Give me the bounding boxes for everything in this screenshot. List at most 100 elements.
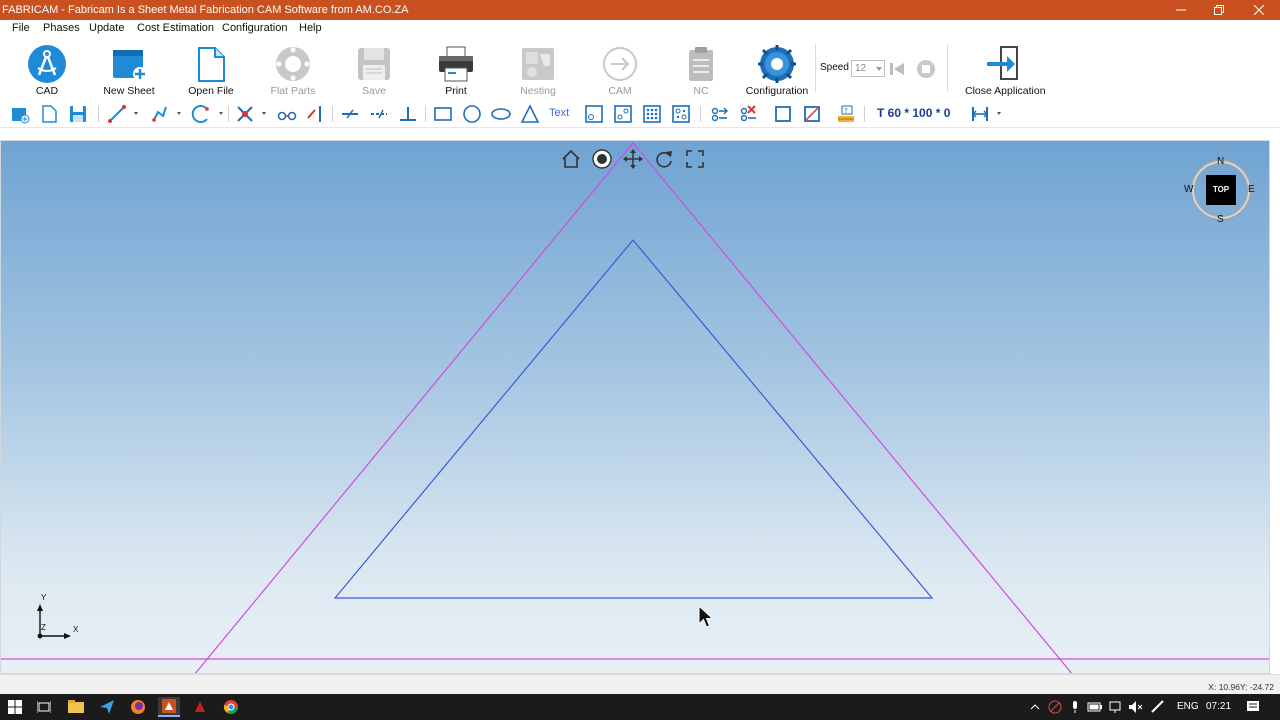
app-taskbar-2[interactable] <box>189 697 211 717</box>
rotate-view-icon[interactable] <box>653 148 675 170</box>
cam-button[interactable]: CAM <box>583 40 657 98</box>
clipboard-icon <box>689 47 713 81</box>
battery-icon[interactable] <box>1087 700 1103 714</box>
save-icon[interactable] <box>68 104 88 124</box>
print-label: Print <box>445 85 467 97</box>
menu-phases[interactable]: Phases <box>43 22 80 34</box>
network-icon[interactable] <box>1108 700 1124 714</box>
fabricam-taskbar[interactable] <box>158 697 180 717</box>
restore-button[interactable] <box>1200 0 1238 20</box>
drawing-toolbar: Text ? T 60 * 100 * 0 <box>0 100 1280 128</box>
chevron-down-icon[interactable] <box>262 112 266 115</box>
inner-triangle[interactable] <box>333 239 934 599</box>
rectangle-tool-icon[interactable] <box>433 104 453 124</box>
minimize-button[interactable] <box>1162 0 1200 20</box>
sheet-frame-icon[interactable] <box>584 104 604 124</box>
triangle-tool-icon[interactable] <box>520 104 540 124</box>
cad-button[interactable]: CAD <box>10 40 84 98</box>
chevron-down-icon[interactable] <box>997 112 1001 115</box>
close-icon <box>1254 5 1264 15</box>
join-tool-icon[interactable] <box>710 104 730 124</box>
speed-label: Speed <box>820 62 849 73</box>
compass-top-face[interactable]: TOP <box>1206 185 1236 194</box>
app-taskbar-1[interactable] <box>96 697 118 717</box>
text-tool[interactable]: Text <box>549 107 569 119</box>
home-view-icon[interactable] <box>560 148 582 170</box>
orbit-view-icon[interactable] <box>591 148 613 170</box>
outer-triangle[interactable] <box>194 142 1073 674</box>
compass-east[interactable]: E <box>1248 184 1255 195</box>
trim-tool-icon[interactable] <box>235 104 255 124</box>
save-ribbon-button[interactable]: Save <box>337 40 411 98</box>
close-window-button[interactable] <box>1240 0 1278 20</box>
flat-parts-button[interactable]: Flat Parts <box>256 40 330 98</box>
stop-icon[interactable] <box>916 59 936 79</box>
chevron-up-icon[interactable] <box>1030 702 1040 712</box>
polyline-tool-icon[interactable] <box>150 104 170 124</box>
pen-icon[interactable] <box>1150 700 1166 714</box>
configuration-button[interactable]: Configuration <box>740 40 814 98</box>
start-button[interactable] <box>4 697 26 717</box>
ellipse-tool-icon[interactable] <box>491 104 511 124</box>
sheet-dimensions[interactable]: T 60 * 100 * 0 <box>877 106 950 120</box>
compass-west[interactable]: W <box>1184 184 1193 195</box>
nc-button[interactable]: NC <box>664 40 738 98</box>
array-tool-icon[interactable] <box>613 104 633 124</box>
chrome-taskbar[interactable] <box>220 697 242 717</box>
square-frame-icon[interactable] <box>773 104 793 124</box>
grid-array-icon[interactable] <box>642 104 662 124</box>
print-button[interactable]: Print <box>419 40 493 98</box>
task-view-button[interactable] <box>33 697 55 717</box>
chevron-down-icon[interactable] <box>177 112 181 115</box>
circle-tool-icon[interactable] <box>462 104 482 124</box>
menu-cost-estimation[interactable]: Cost Estimation <box>137 22 214 34</box>
chevron-down-icon[interactable] <box>134 112 138 115</box>
line-tool-icon[interactable] <box>107 104 127 124</box>
restore-icon <box>1214 5 1224 15</box>
windows-logo-icon <box>8 700 22 714</box>
microphone-icon[interactable] <box>1068 700 1082 714</box>
compass-north[interactable]: N <box>1217 156 1224 167</box>
delete-join-icon[interactable] <box>739 104 759 124</box>
open-icon[interactable] <box>39 104 59 124</box>
hole-pattern-icon[interactable] <box>671 104 691 124</box>
security-icon[interactable] <box>1048 700 1062 714</box>
new-sheet-button[interactable]: New Sheet <box>92 40 166 98</box>
new-layer-icon[interactable] <box>10 104 30 124</box>
menu-file[interactable]: File <box>12 22 30 34</box>
clock[interactable]: 07:21 <box>1206 701 1231 712</box>
save-label: Save <box>362 85 386 97</box>
cad-viewport[interactable]: N S W E TOP Y Z X <box>0 140 1270 674</box>
open-file-button[interactable]: Open File <box>174 40 248 98</box>
dashed-line-icon[interactable] <box>369 104 389 124</box>
menu-help[interactable]: Help <box>299 22 322 34</box>
notifications-icon[interactable] <box>1246 700 1260 714</box>
chamfer-frame-icon[interactable] <box>802 104 822 124</box>
fit-view-icon[interactable] <box>684 148 706 170</box>
menu-bar: File Phases Update Cost Estimation Confi… <box>0 20 1280 38</box>
break-tool-icon[interactable] <box>277 104 297 124</box>
view-compass[interactable]: N S W E TOP <box>1184 156 1255 225</box>
speed-input[interactable]: 12 <box>851 60 885 77</box>
compass-south[interactable]: S <box>1217 214 1224 225</box>
volume-muted-icon[interactable] <box>1128 700 1144 714</box>
step-back-icon[interactable] <box>888 60 906 78</box>
chevron-down-icon[interactable] <box>219 112 223 115</box>
firefox-taskbar[interactable] <box>127 697 149 717</box>
extend-tool-icon[interactable] <box>305 104 325 124</box>
dimension-tool-icon[interactable] <box>970 104 990 124</box>
pan-view-icon[interactable] <box>622 148 644 170</box>
sheet-material-icon[interactable]: ? <box>836 104 856 124</box>
nesting-button[interactable]: Nesting <box>501 40 575 98</box>
horizontal-line-icon[interactable] <box>340 104 360 124</box>
arc-tool-icon[interactable] <box>191 104 211 124</box>
cam-label: CAM <box>608 85 632 97</box>
language-indicator[interactable]: ENG <box>1177 701 1199 712</box>
menu-update[interactable]: Update <box>89 22 124 34</box>
close-application-button[interactable]: Close Application <box>965 40 1046 98</box>
menu-configuration[interactable]: Configuration <box>222 22 287 34</box>
new-sheet-label: New Sheet <box>103 85 155 97</box>
perpendicular-icon[interactable] <box>398 104 418 124</box>
file-explorer-taskbar[interactable] <box>65 697 87 717</box>
drawing-canvas[interactable] <box>1 141 1270 674</box>
